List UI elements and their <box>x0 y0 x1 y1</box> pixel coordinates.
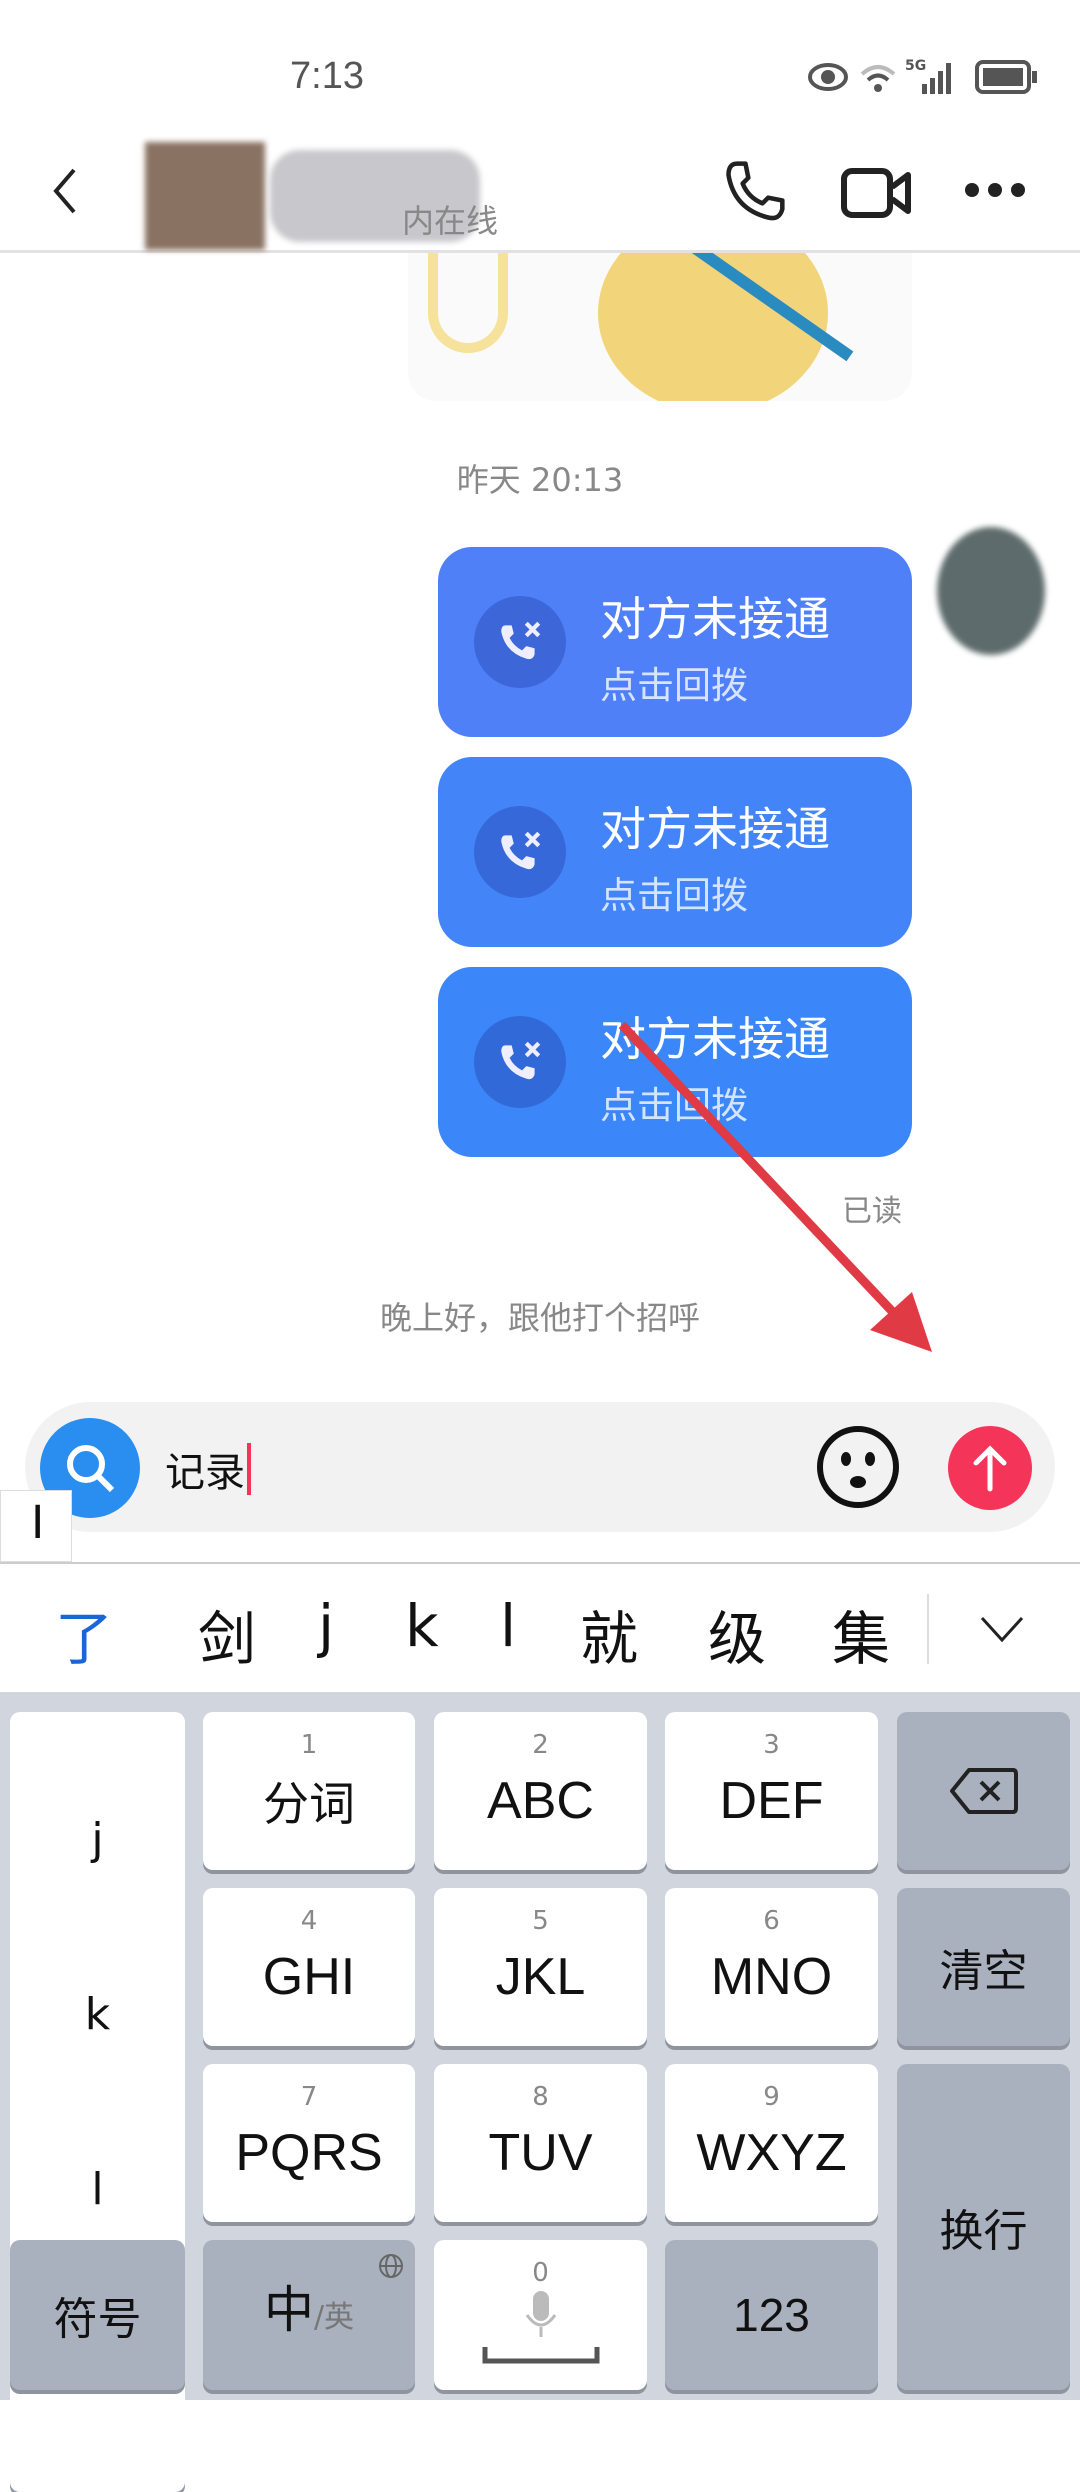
divider <box>927 1594 929 1664</box>
send-button[interactable] <box>948 1426 1032 1510</box>
keyboard: j k l 5 1 分词 2 ABC 3 DEF 4 GHI 5 JKL 6 MNO 7 PQ… <box>0 1692 1080 2492</box>
globe-icon <box>379 2254 403 2278</box>
emoji-icon[interactable] <box>815 1424 901 1514</box>
key-9[interactable]: 9 WXYZ <box>665 2064 878 2222</box>
key-number: 4 <box>300 1906 318 1936</box>
key-label: 分词 <box>263 1778 355 1830</box>
call-title: 对方未接通 <box>600 592 830 646</box>
key-3[interactable]: 3 DEF <box>665 1712 878 1870</box>
key-label: WXYZ <box>696 2124 847 2182</box>
key-label: DEF <box>719 1772 824 1830</box>
candidate[interactable]: 集 <box>832 1592 890 1676</box>
key-label: MNO <box>710 1948 833 2006</box>
backspace-key[interactable] <box>897 1712 1070 1870</box>
signal-icon <box>920 60 960 94</box>
missed-call-bubble[interactable]: 对方未接通 点击回拨 <box>438 757 912 947</box>
callback-link[interactable]: 点击回拨 <box>600 655 748 709</box>
sticker-image[interactable] <box>408 253 912 401</box>
key-label: TUV <box>488 2124 593 2182</box>
callback-link[interactable]: 点击回拨 <box>600 1075 748 1129</box>
key-label: JKL <box>495 1948 586 2006</box>
microphone-space-icon <box>482 2291 599 2364</box>
missed-call-icon <box>474 596 566 688</box>
message-input[interactable]: 记录 <box>165 1440 251 1498</box>
video-icon[interactable] <box>840 165 914 225</box>
missed-call-bubble[interactable]: 对方未接通 点击回拨 <box>438 967 912 1157</box>
backspace-icon <box>949 1768 1018 1814</box>
read-receipt: 已读 <box>842 1194 902 1229</box>
key-label: ABC <box>487 1772 594 1830</box>
my-avatar[interactable] <box>937 527 1045 655</box>
candidate[interactable]: l <box>500 1592 516 1660</box>
key-number: 0 <box>532 2258 549 2288</box>
wifi-icon <box>858 60 898 94</box>
candidate[interactable]: 级 <box>708 1592 766 1676</box>
key-label: GHI <box>262 1948 356 2006</box>
key-number: 5 <box>532 1906 549 1936</box>
chat-timestamp: 昨天 20:13 <box>456 461 624 499</box>
clear-key[interactable]: 清空 <box>897 1888 1070 2046</box>
candidate[interactable]: k <box>405 1592 439 1660</box>
missed-call-icon <box>474 806 566 898</box>
space-key[interactable]: 0 <box>434 2240 647 2390</box>
language-toggle-key[interactable]: 中/英 <box>203 2240 415 2390</box>
call-title: 对方未接通 <box>600 802 830 856</box>
battery-icon <box>975 60 1039 94</box>
candidate[interactable]: j <box>318 1592 334 1660</box>
eye-icon <box>808 60 848 94</box>
side-item[interactable]: k <box>85 1989 110 2040</box>
avatar[interactable] <box>145 142 265 250</box>
key-7[interactable]: 7 PQRS <box>203 2064 415 2222</box>
key-sublabel: /英 <box>313 2300 355 2335</box>
key-label: 符号 <box>53 2294 142 2345</box>
candidate[interactable]: 了 <box>55 1592 113 1676</box>
symbols-key[interactable]: 符号 <box>10 2240 185 2390</box>
side-item[interactable]: l <box>91 2164 103 2215</box>
key-1[interactable]: 1 分词 <box>203 1712 415 1870</box>
candidate[interactable]: 剑 <box>198 1592 256 1676</box>
key-label: 换行 <box>939 2206 1028 2257</box>
key-label: PQRS <box>235 2124 383 2182</box>
key-4[interactable]: 4 GHI <box>203 1888 415 2046</box>
contact-status: 内在线 <box>402 202 499 240</box>
key-label: 清空 <box>939 1946 1028 1997</box>
chat-header: 内在线 <box>0 130 1080 253</box>
side-item[interactable]: j <box>91 1814 103 1865</box>
call-title: 对方未接通 <box>600 1012 830 1066</box>
key-number: 1 <box>300 1730 318 1760</box>
key-5[interactable]: 5 JKL <box>434 1888 647 2046</box>
key-number: 2 <box>532 1730 549 1760</box>
missed-call-bubble[interactable]: 对方未接通 点击回拨 <box>438 547 912 737</box>
key-label: 123 <box>733 2289 810 2341</box>
callback-link[interactable]: 点击回拨 <box>600 865 748 919</box>
arrow-up-icon <box>973 1445 1007 1492</box>
numeric-mode-key[interactable]: 123 <box>665 2240 878 2390</box>
input-value: 记录 <box>165 1450 245 1496</box>
more-icon[interactable] <box>962 180 1028 204</box>
status-time: 7:13 <box>290 55 364 97</box>
missed-call-icon <box>474 1016 566 1108</box>
newline-key[interactable]: 换行 <box>897 2064 1070 2390</box>
message-input-bar: 记录 <box>25 1402 1055 1532</box>
key-number: 6 <box>763 1906 780 1936</box>
key-number: 8 <box>532 2082 549 2112</box>
key-number: 9 <box>763 2082 780 2112</box>
candidate-bar: 了 剑 j k l 就 级 集 <box>0 1562 1080 1692</box>
phone-icon[interactable] <box>720 158 788 230</box>
key-2[interactable]: 2 ABC <box>434 1712 647 1870</box>
candidate[interactable]: 就 <box>580 1592 638 1676</box>
key-number: 7 <box>300 2082 318 2112</box>
key-number: 3 <box>763 1730 780 1760</box>
key-8[interactable]: 8 TUV <box>434 2064 647 2222</box>
cursor-indicator: I <box>0 1490 72 1562</box>
back-icon[interactable] <box>50 166 80 220</box>
key-6[interactable]: 6 MNO <box>665 1888 878 2046</box>
key-label: 中 <box>263 2281 314 2339</box>
text-cursor <box>247 1443 251 1495</box>
greeting-hint[interactable]: 晚上好，跟他打个招呼 <box>0 1293 1080 1339</box>
collapse-chevron-icon[interactable] <box>978 1614 1026 1648</box>
